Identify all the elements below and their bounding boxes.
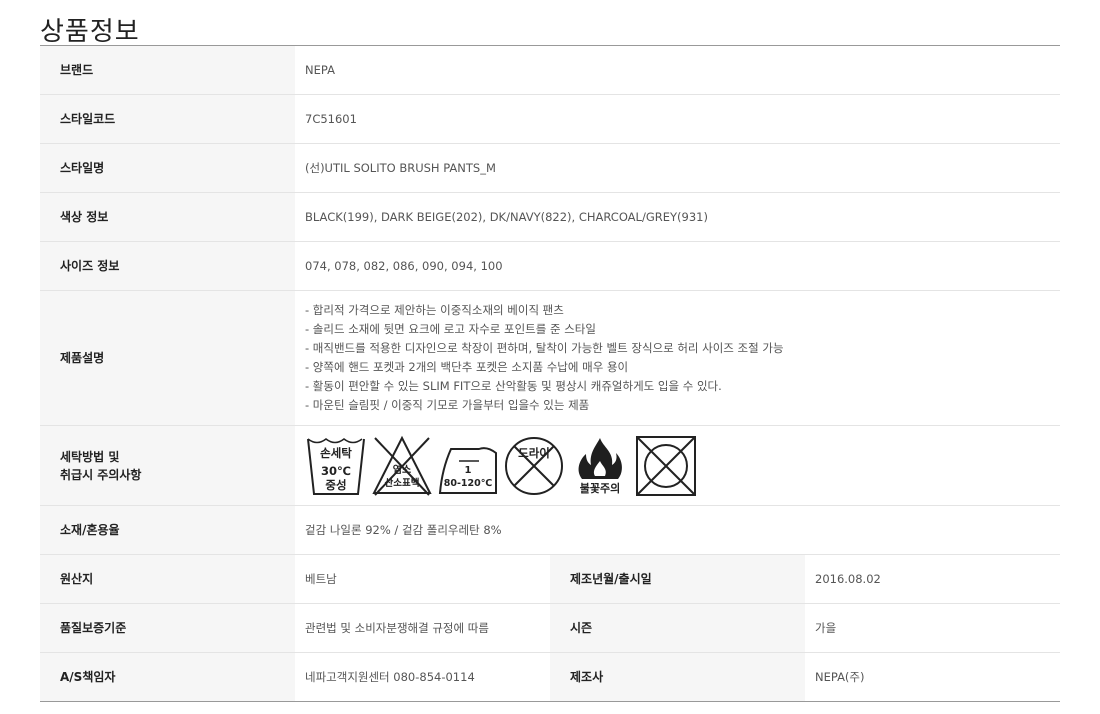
description-line: - 마운틴 슬림핏 / 이중직 기모로 가을부터 입을수 있는 제품 (305, 398, 590, 412)
table-row-material: 소재/혼용율 겉감 나일론 92% / 겉감 폴리우레탄 8% (40, 505, 1060, 555)
material-value: 겉감 나일론 92% / 겉감 폴리우레탄 8% (305, 522, 502, 537)
table-row-style-name: 스타일명 (선)UTIL SOLITO BRUSH PANTS_M (40, 143, 1060, 193)
care-label: 세탁방법 및 취급시 주의사항 (40, 425, 295, 506)
season-value: 가을 (815, 620, 837, 635)
care-icons: 손세탁 30℃ 중성 염소 산소표백 1 80-120℃ 드라이 불꽃주의 (305, 435, 1060, 497)
description-label: 제품설명 (40, 290, 295, 426)
flammable-caution-icon: 불꽃주의 (578, 437, 622, 495)
origin-label: 원산지 (40, 554, 295, 604)
color-value: BLACK(199), DARK BEIGE(202), DK/NAVY(822… (305, 209, 708, 224)
care-label-line2: 취급시 주의사항 (60, 467, 142, 482)
manufacturer-label: 제조사 (550, 652, 805, 702)
flammable-text: 불꽃주의 (580, 481, 620, 495)
season-label: 시즌 (550, 603, 805, 653)
table-row-size: 사이즈 정보 074, 078, 082, 086, 090, 094, 100 (40, 241, 1060, 291)
style-name-label: 스타일명 (40, 143, 295, 193)
as-label: A/S책임자 (40, 652, 295, 702)
table-row-quality: 품질보증기준 관련법 및 소비자분쟁해결 규정에 따름 시즌 가을 (40, 603, 1060, 653)
no-dry-clean-text: 드라이 (518, 446, 550, 460)
table-row-origin: 원산지 베트남 제조년월/출시일 2016.08.02 (40, 554, 1060, 604)
no-tumble-dry-icon (636, 435, 696, 496)
hand-wash-icon: 손세탁 30℃ 중성 (307, 437, 365, 495)
care-label-line1: 세탁방법 및 (60, 449, 120, 464)
manufacture-date-value: 2016.08.02 (815, 571, 881, 586)
table-row-description: 제품설명 - 합리적 가격으로 제안하는 이중직소재의 베이직 팬츠 - 솔리드… (40, 290, 1060, 426)
description-line: - 활동이 편안할 수 있는 SLIM FIT으로 산악활동 및 평상시 캐쥬얼… (305, 379, 722, 393)
as-value: 네파고객지원센터 080-854-0114 (305, 669, 475, 684)
description-value: - 합리적 가격으로 제안하는 이중직소재의 베이직 팬츠 - 솔리드 소재에 … (295, 291, 1060, 426)
description-line: - 합리적 가격으로 제안하는 이중직소재의 베이직 팬츠 (305, 303, 564, 317)
description-list: - 합리적 가격으로 제안하는 이중직소재의 베이직 팬츠 - 솔리드 소재에 … (305, 301, 1060, 415)
table-row-as: A/S책임자 네파고객지원센터 080-854-0114 제조사 NEPA(주) (40, 652, 1060, 702)
product-info-table: 브랜드 NEPA 스타일코드 7C51601 스타일명 (선)UTIL SOLI… (40, 45, 1060, 702)
iron-text-1: 1 (465, 465, 472, 476)
care-icons-cell: 손세탁 30℃ 중성 염소 산소표백 1 80-120℃ 드라이 불꽃주의 (295, 426, 1060, 506)
hand-wash-text-1: 손세탁 (320, 446, 352, 460)
table-row-color: 색상 정보 BLACK(199), DARK BEIGE(202), DK/NA… (40, 192, 1060, 242)
manufacture-date-label: 제조년월/출시일 (550, 554, 805, 604)
description-line: - 양쪽에 핸드 포켓과 2개의 백단추 포켓은 소지품 수납에 매우 용이 (305, 360, 629, 374)
color-label: 색상 정보 (40, 192, 295, 242)
table-row-style-code: 스타일코드 7C51601 (40, 94, 1060, 144)
quality-value: 관련법 및 소비자분쟁해결 규정에 따름 (305, 620, 489, 635)
iron-icon: 1 80-120℃ (438, 446, 497, 494)
hand-wash-text-2: 30℃ (321, 464, 351, 478)
description-line: - 매직밴드를 적용한 디자인으로 착장이 편하며, 탈착이 가능한 벨트 장식… (305, 341, 784, 355)
size-label: 사이즈 정보 (40, 241, 295, 291)
description-line: - 솔리드 소재에 뒷면 요크에 로고 자수로 포인트를 준 스타일 (305, 322, 596, 336)
no-dry-clean-icon: 드라이 (505, 436, 563, 495)
table-row-brand: 브랜드 NEPA (40, 45, 1060, 95)
brand-label: 브랜드 (40, 45, 295, 95)
brand-value: NEPA (305, 62, 335, 77)
no-bleach-text-2: 산소표백 (385, 477, 420, 489)
style-code-value: 7C51601 (305, 111, 357, 126)
material-label: 소재/혼용율 (40, 505, 295, 555)
hand-wash-text-3: 중성 (325, 478, 346, 492)
quality-label: 품질보증기준 (40, 603, 295, 653)
style-name-value: (선)UTIL SOLITO BRUSH PANTS_M (305, 160, 496, 175)
product-info-page: 상품정보 브랜드 NEPA 스타일코드 7C51601 스타일명 (선)UTIL… (0, 0, 1100, 714)
style-code-label: 스타일코드 (40, 94, 295, 144)
size-value: 074, 078, 082, 086, 090, 094, 100 (305, 258, 503, 273)
manufacturer-value: NEPA(주) (815, 669, 865, 684)
no-bleach-icon: 염소 산소표백 (372, 435, 432, 496)
table-row-care: 세탁방법 및 취급시 주의사항 손세탁 30℃ 중성 염소 산소표백 1 80-… (40, 425, 1060, 506)
no-bleach-text-1: 염소 (393, 464, 411, 476)
iron-text-2: 80-120℃ (444, 478, 493, 489)
origin-value: 베트남 (305, 571, 337, 586)
